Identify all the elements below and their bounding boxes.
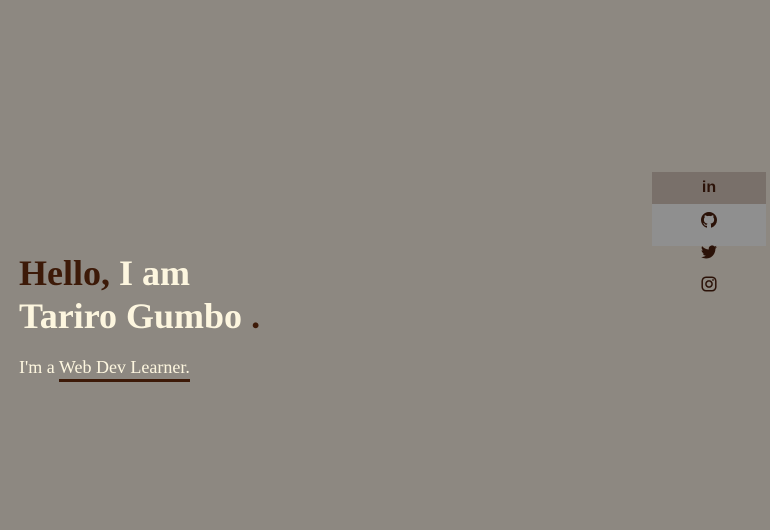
linkedin-icon: in [701,179,717,196]
hero-headline: Hello, I am Tariro Gumbo . [19,252,260,338]
instagram-icon [701,276,717,292]
github-icon [701,212,717,228]
name-text: Tariro Gumbo [19,296,243,336]
i-am-text: I am [109,253,190,293]
social-links-bar: in [652,172,766,300]
page: Hello, I am Tariro Gumbo . I'm a Web Dev… [0,0,770,530]
hello-text: Hello, [19,253,110,293]
role-link[interactable]: Web Dev Learner. [58,357,190,382]
name-dot: . [242,296,261,336]
intro-text: I'm a [19,357,59,377]
hero-section: Hello, I am Tariro Gumbo . I'm a Web Dev… [19,252,260,382]
hero-subline: I'm a Web Dev Learner. [19,356,260,382]
social-link-instagram[interactable] [652,268,766,300]
social-link-linkedin[interactable]: in [652,172,766,204]
twitter-icon [701,245,717,259]
social-link-twitter[interactable] [652,236,766,268]
